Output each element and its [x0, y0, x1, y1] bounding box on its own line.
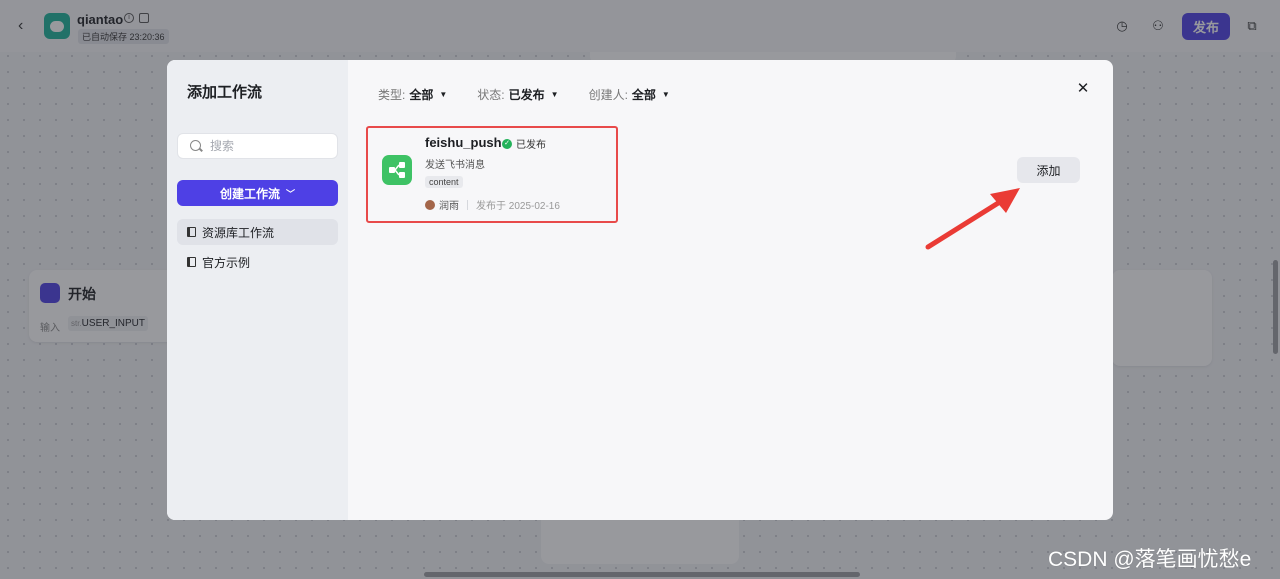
annotation-arrow [925, 188, 1020, 250]
watermark: CSDN @落笔画忧愁e [1048, 548, 1252, 571]
